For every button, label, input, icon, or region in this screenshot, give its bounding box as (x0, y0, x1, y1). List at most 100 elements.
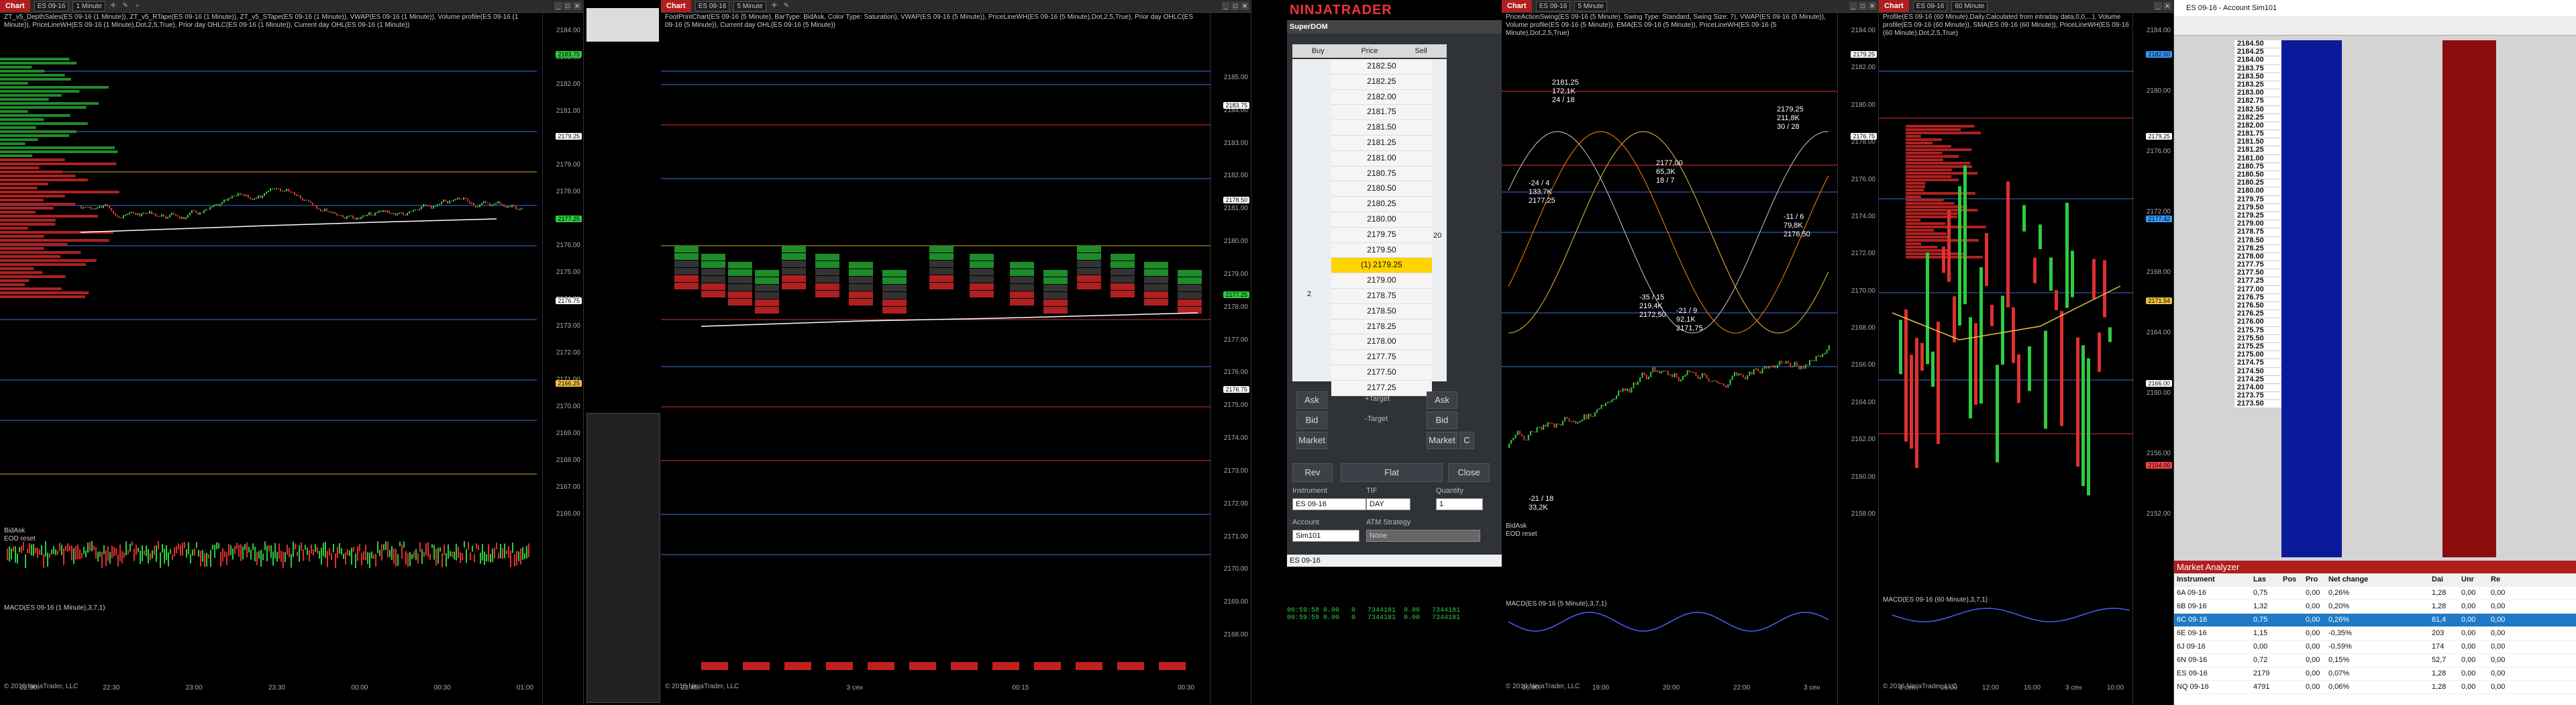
ladder-price-row[interactable]: 2182.25 (1331, 74, 1432, 90)
swing-chart[interactable]: 2181,25 172,1K 24 / 18 2179,25 211,8K 30 / 28… (1502, 31, 1837, 675)
account-price-row[interactable]: 2176.00 (2234, 318, 2281, 327)
market-analyzer-column-header[interactable]: Las (2251, 573, 2280, 586)
market-analyzer-row[interactable]: NQ 09-16 4791 0,00 0,06% 1,28 0,00 0,00 (2174, 681, 2576, 694)
interval-selector[interactable]: 5 Minute (733, 1, 766, 11)
chart-tab[interactable]: Chart (1502, 0, 1532, 12)
minimize-icon[interactable]: _ (1222, 2, 1230, 10)
reverse-button[interactable]: Rev (1292, 463, 1333, 482)
quantity-stepper[interactable]: 1 (1436, 498, 1483, 510)
account-select[interactable]: Sim101 (1292, 530, 1359, 542)
market-analyzer-row[interactable]: 6A 09-16 0,75 0,00 0,26% 1,28 0,00 0,00 (2174, 587, 2576, 600)
buy-column[interactable] (1292, 59, 1331, 381)
market-analyzer-row[interactable]: 6B 09-16 1,32 0,00 0,20% 1,28 0,00 0,00 (2174, 600, 2576, 614)
price-ladder[interactable]: 2182.50 2182.25 2182.00 2181.75 2181.50 2181.… (1331, 59, 1432, 396)
market-analyzer-row[interactable]: 6C 09-16 0,75 0,00 0,26% 61,4 0,00 0,00 (2174, 614, 2576, 627)
ladder-price-row[interactable]: 2177.50 (1331, 365, 1432, 381)
ladder-price-row[interactable]: 2181.50 (1331, 120, 1432, 136)
footprint-chart[interactable] (661, 31, 1211, 675)
instrument-select[interactable]: ES 09-16 (1292, 498, 1366, 510)
interval-selector[interactable]: 1 Minute (72, 1, 105, 11)
ladder-price-row[interactable]: 2180.00 (1331, 211, 1432, 228)
ladder-price-row[interactable]: 2180.50 (1331, 181, 1432, 197)
bid-depth-column[interactable] (2281, 40, 2342, 557)
pencil-icon[interactable]: ✎ (782, 2, 790, 10)
chart-tab[interactable]: Chart (661, 0, 691, 12)
market-analyzer-column-header[interactable]: Instrument (2174, 573, 2251, 586)
c-button[interactable]: C (1459, 432, 1474, 449)
ladder-price-row[interactable]: 2180.75 (1331, 166, 1432, 182)
maximize-icon[interactable]: □ (564, 2, 572, 10)
interval-selector[interactable]: 60 Minute (1951, 1, 1988, 11)
maximize-icon[interactable]: □ (1859, 2, 1867, 10)
ask-depth-column[interactable] (2442, 40, 2496, 557)
market-analyzer-column-header[interactable]: Unr (2459, 573, 2488, 586)
account-price-row[interactable]: 2178.50 (2234, 236, 2281, 245)
account-price-row[interactable]: 2181.25 (2234, 146, 2281, 155)
account-price-row[interactable]: 2182.50 (2234, 105, 2281, 114)
pencil-icon[interactable]: ✎ (121, 2, 130, 10)
account-price-row[interactable]: 2174.75 (2234, 359, 2281, 368)
ladder-price-row[interactable]: 2180.25 (1331, 197, 1432, 212)
market-button-left[interactable]: Market (1296, 432, 1327, 449)
profile-chart-60min[interactable] (1879, 31, 2134, 675)
ladder-price-row[interactable]: 2179.00 (1331, 273, 1432, 289)
ladder-price-row[interactable]: (1) 2179.25 (1331, 258, 1432, 274)
close-icon[interactable]: ✕ (2163, 2, 2171, 10)
ladder-price-row[interactable]: 2182.50 (1331, 59, 1432, 75)
close-button[interactable]: Close (1448, 463, 1490, 482)
market-analyzer-column-header[interactable]: Pro (2303, 573, 2326, 586)
minimize-icon[interactable]: _ (554, 2, 562, 10)
minimize-icon[interactable]: _ (1849, 2, 1857, 10)
ladder-price-row[interactable]: 2182.00 (1331, 89, 1432, 105)
instrument-selector[interactable]: ES 09-16 (34, 1, 69, 11)
account-price-row[interactable]: 2180.00 (2234, 187, 2281, 196)
chart-tab[interactable]: Chart (1879, 0, 1909, 12)
price-axis[interactable]: 2184.00 2180.00 2176.00 2172.00 2168.00 2164.… (2132, 12, 2173, 705)
minimize-icon[interactable]: _ (2154, 2, 2162, 10)
ladder-price-row[interactable]: 2181.25 (1331, 135, 1432, 151)
maximize-icon[interactable]: □ (1231, 2, 1239, 10)
market-analyzer-row[interactable]: 6E 09-16 1,15 0,00 -0,35% 203 0,00 0,00 (2174, 627, 2576, 641)
close-icon[interactable]: ✕ (1868, 2, 1876, 10)
instrument-selector[interactable]: ES 09-16 (1912, 1, 1948, 11)
ladder-price-row[interactable]: 2177.75 (1331, 350, 1432, 365)
price-axis[interactable]: 2184.002183.002182.002181.002180.002179.… (542, 12, 583, 705)
account-price-row[interactable]: 2179.75 (2234, 195, 2281, 204)
market-analyzer-row[interactable]: 6N 09-16 0,72 0,00 0,15% 52,7 0,00 0,00 (2174, 654, 2576, 667)
flat-button[interactable]: Flat (1341, 463, 1443, 482)
instrument-selector[interactable]: ES 09-16 (694, 1, 730, 11)
ladder-price-row[interactable]: 2181.00 (1331, 150, 1432, 167)
account-price-row[interactable]: 2175.75 (2234, 326, 2281, 335)
market-analyzer-column-header[interactable]: Re (2488, 573, 2518, 586)
ladder-price-row[interactable]: 2177.25 (1331, 380, 1432, 396)
ladder-price-row[interactable]: 2179.75 (1331, 227, 1432, 243)
account-price-row[interactable]: 2173.50 (2234, 400, 2281, 409)
ladder-price-row[interactable]: 2178.75 (1331, 288, 1432, 304)
close-icon[interactable]: ✕ (573, 2, 581, 10)
instrument-selector[interactable]: ES 09-16 (1535, 1, 1571, 11)
ask-button-left[interactable]: Ask (1296, 391, 1327, 409)
ladder-price-row[interactable]: 2181.75 (1331, 105, 1432, 121)
market-analyzer-column-header[interactable]: Net change (2326, 573, 2429, 586)
chart-tab[interactable]: Chart (0, 0, 30, 12)
interval-selector[interactable]: 5 Minute (1574, 1, 1607, 11)
tif-select[interactable]: DAY (1366, 498, 1410, 510)
price-axis[interactable]: 2184.00 2182.00 2180.00 2178.00 2176.00 2174.… (1837, 12, 1878, 705)
market-analyzer-row[interactable]: 6J 09-16 0,00 0,00 -0,59% 174 0,00 0,00 (2174, 641, 2576, 654)
account-price-row[interactable]: 2177.25 (2234, 277, 2281, 286)
ask-button-right[interactable]: Ask (1427, 391, 1457, 409)
close-icon[interactable]: ✕ (1241, 2, 1249, 10)
price-axis[interactable]: 2185.00 2184.00 2183.00 2182.00 2181.00 2180.… (1210, 12, 1251, 705)
bid-button-left[interactable]: Bid (1296, 412, 1327, 429)
ladder-price-row[interactable]: 2178.25 (1331, 319, 1432, 335)
account-price-row[interactable]: 2184.00 (2234, 56, 2281, 65)
crosshair-icon[interactable]: ✛ (109, 2, 117, 10)
sell-column[interactable] (1432, 59, 1447, 381)
market-analyzer-column-header[interactable]: Pos (2280, 573, 2303, 586)
account-price-row[interactable]: 2174.50 (2234, 367, 2281, 376)
crosshair-icon[interactable]: ✛ (770, 2, 778, 10)
bid-button-right[interactable]: Bid (1427, 412, 1457, 429)
account-price-row[interactable]: 2182.75 (2234, 97, 2281, 106)
market-button-right[interactable]: Market (1427, 432, 1457, 449)
account-price-row[interactable]: 2181.00 (2234, 154, 2281, 163)
